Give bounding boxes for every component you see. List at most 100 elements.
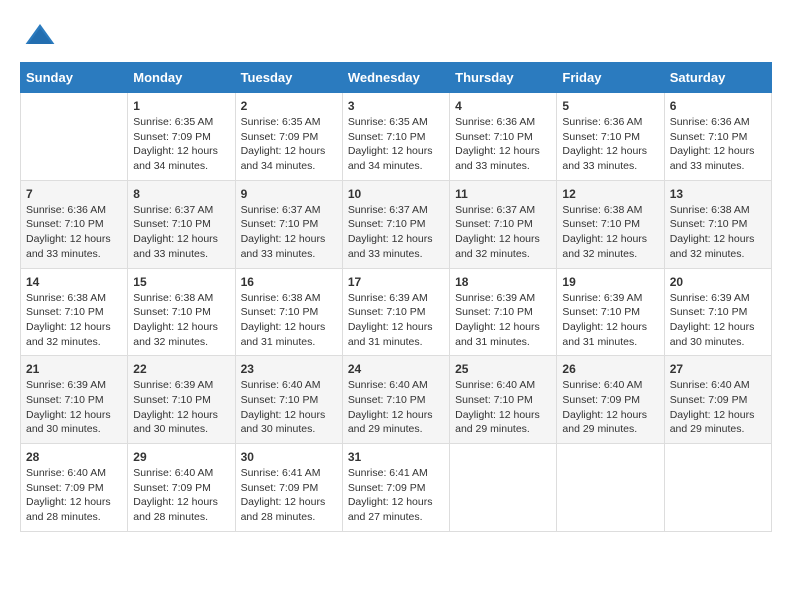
day-cell-12: 12 Sunrise: 6:38 AMSunset: 7:10 PMDayligh… <box>557 180 664 268</box>
day-info: Sunrise: 6:36 AMSunset: 7:10 PMDaylight:… <box>26 203 122 262</box>
day-info: Sunrise: 6:40 AMSunset: 7:10 PMDaylight:… <box>241 378 337 437</box>
day-number: 15 <box>133 275 229 289</box>
empty-cell <box>664 444 771 532</box>
day-cell-21: 21 Sunrise: 6:39 AMSunset: 7:10 PMDayligh… <box>21 356 128 444</box>
day-cell-31: 31Sunrise: 6:41 AMSunset: 7:09 PMDayligh… <box>342 444 449 532</box>
day-number: 14 <box>26 275 122 289</box>
day-number: 19 <box>562 275 658 289</box>
day-number: 6 <box>670 99 766 113</box>
day-header-thursday: Thursday <box>450 63 557 93</box>
day-cell-18: 18 Sunrise: 6:39 AMSunset: 7:10 PMDayligh… <box>450 268 557 356</box>
day-info: Sunrise: 6:39 AMSunset: 7:10 PMDaylight:… <box>348 291 444 350</box>
day-number: 21 <box>26 362 122 376</box>
day-info: Sunrise: 6:40 AMSunset: 7:10 PMDaylight:… <box>455 378 551 437</box>
day-info: Sunrise: 6:37 AMSunset: 7:10 PMDaylight:… <box>348 203 444 262</box>
day-header-monday: Monday <box>128 63 235 93</box>
day-cell-11: 11 Sunrise: 6:37 AMSunset: 7:10 PMDayligh… <box>450 180 557 268</box>
day-number: 25 <box>455 362 551 376</box>
day-number: 20 <box>670 275 766 289</box>
day-info: Sunrise: 6:41 AMSunset: 7:09 PMDaylight:… <box>241 466 337 525</box>
day-cell-17: 17 Sunrise: 6:39 AMSunset: 7:10 PMDayligh… <box>342 268 449 356</box>
day-cell-2: 2 Sunrise: 6:35 AMSunset: 7:09 PMDaylight… <box>235 93 342 181</box>
day-info: Sunrise: 6:35 AMSunset: 7:10 PMDaylight:… <box>348 115 444 174</box>
day-cell-19: 19 Sunrise: 6:39 AMSunset: 7:10 PMDayligh… <box>557 268 664 356</box>
day-info: Sunrise: 6:39 AMSunset: 7:10 PMDaylight:… <box>670 291 766 350</box>
logo-icon <box>24 20 56 52</box>
day-number: 11 <box>455 187 551 201</box>
week-row-1: 1 Sunrise: 6:35 AMSunset: 7:09 PMDaylight… <box>21 93 772 181</box>
day-info: Sunrise: 6:35 AMSunset: 7:09 PMDaylight:… <box>133 115 229 174</box>
day-number: 10 <box>348 187 444 201</box>
day-header-wednesday: Wednesday <box>342 63 449 93</box>
day-number: 13 <box>670 187 766 201</box>
day-cell-28: 28Sunrise: 6:40 AMSunset: 7:09 PMDayligh… <box>21 444 128 532</box>
day-cell-3: 3 Sunrise: 6:35 AMSunset: 7:10 PMDaylight… <box>342 93 449 181</box>
day-cell-27: 27 Sunrise: 6:40 AMSunset: 7:09 PMDayligh… <box>664 356 771 444</box>
day-header-saturday: Saturday <box>664 63 771 93</box>
day-cell-5: 5 Sunrise: 6:36 AMSunset: 7:10 PMDaylight… <box>557 93 664 181</box>
logo <box>20 20 56 52</box>
day-number: 1 <box>133 99 229 113</box>
empty-cell <box>557 444 664 532</box>
day-number: 26 <box>562 362 658 376</box>
day-number: 24 <box>348 362 444 376</box>
day-number: 9 <box>241 187 337 201</box>
day-info: Sunrise: 6:38 AMSunset: 7:10 PMDaylight:… <box>241 291 337 350</box>
calendar-table: SundayMondayTuesdayWednesdayThursdayFrid… <box>20 62 772 532</box>
day-cell-15: 15Sunrise: 6:38 AMSunset: 7:10 PMDayligh… <box>128 268 235 356</box>
day-number: 2 <box>241 99 337 113</box>
day-info: Sunrise: 6:36 AMSunset: 7:10 PMDaylight:… <box>670 115 766 174</box>
day-info: Sunrise: 6:36 AMSunset: 7:10 PMDaylight:… <box>562 115 658 174</box>
day-number: 7 <box>26 187 122 201</box>
day-info: Sunrise: 6:38 AMSunset: 7:10 PMDaylight:… <box>562 203 658 262</box>
day-cell-25: 25 Sunrise: 6:40 AMSunset: 7:10 PMDayligh… <box>450 356 557 444</box>
day-info: Sunrise: 6:40 AMSunset: 7:09 PMDaylight:… <box>562 378 658 437</box>
day-info: Sunrise: 6:37 AMSunset: 7:10 PMDaylight:… <box>133 203 229 262</box>
day-cell-22: 22Sunrise: 6:39 AMSunset: 7:10 PMDayligh… <box>128 356 235 444</box>
day-number: 3 <box>348 99 444 113</box>
day-info: Sunrise: 6:35 AMSunset: 7:09 PMDaylight:… <box>241 115 337 174</box>
day-info: Sunrise: 6:40 AMSunset: 7:09 PMDaylight:… <box>133 466 229 525</box>
day-number: 12 <box>562 187 658 201</box>
empty-cell <box>450 444 557 532</box>
day-cell-20: 20 Sunrise: 6:39 AMSunset: 7:10 PMDayligh… <box>664 268 771 356</box>
day-cell-23: 23Sunrise: 6:40 AMSunset: 7:10 PMDayligh… <box>235 356 342 444</box>
day-info: Sunrise: 6:36 AMSunset: 7:10 PMDaylight:… <box>455 115 551 174</box>
week-row-4: 21 Sunrise: 6:39 AMSunset: 7:10 PMDayligh… <box>21 356 772 444</box>
day-cell-13: 13 Sunrise: 6:38 AMSunset: 7:10 PMDayligh… <box>664 180 771 268</box>
day-info: Sunrise: 6:38 AMSunset: 7:10 PMDaylight:… <box>26 291 122 350</box>
day-cell-4: 4 Sunrise: 6:36 AMSunset: 7:10 PMDaylight… <box>450 93 557 181</box>
day-info: Sunrise: 6:40 AMSunset: 7:09 PMDaylight:… <box>670 378 766 437</box>
day-info: Sunrise: 6:39 AMSunset: 7:10 PMDaylight:… <box>26 378 122 437</box>
day-cell-6: 6 Sunrise: 6:36 AMSunset: 7:10 PMDaylight… <box>664 93 771 181</box>
day-info: Sunrise: 6:39 AMSunset: 7:10 PMDaylight:… <box>455 291 551 350</box>
day-info: Sunrise: 6:41 AMSunset: 7:09 PMDaylight:… <box>348 466 444 525</box>
day-number: 29 <box>133 450 229 464</box>
day-info: Sunrise: 6:39 AMSunset: 7:10 PMDaylight:… <box>133 378 229 437</box>
day-number: 17 <box>348 275 444 289</box>
day-number: 5 <box>562 99 658 113</box>
week-row-5: 28Sunrise: 6:40 AMSunset: 7:09 PMDayligh… <box>21 444 772 532</box>
day-number: 4 <box>455 99 551 113</box>
day-number: 8 <box>133 187 229 201</box>
day-number: 30 <box>241 450 337 464</box>
day-cell-30: 30 Sunrise: 6:41 AMSunset: 7:09 PMDayligh… <box>235 444 342 532</box>
day-cell-29: 29 Sunrise: 6:40 AMSunset: 7:09 PMDayligh… <box>128 444 235 532</box>
day-info: Sunrise: 6:40 AMSunset: 7:10 PMDaylight:… <box>348 378 444 437</box>
days-header-row: SundayMondayTuesdayWednesdayThursdayFrid… <box>21 63 772 93</box>
day-info: Sunrise: 6:38 AMSunset: 7:10 PMDaylight:… <box>670 203 766 262</box>
day-info: Sunrise: 6:37 AMSunset: 7:10 PMDaylight:… <box>455 203 551 262</box>
page-header <box>20 20 772 52</box>
day-cell-16: 16Sunrise: 6:38 AMSunset: 7:10 PMDayligh… <box>235 268 342 356</box>
day-cell-10: 10 Sunrise: 6:37 AMSunset: 7:10 PMDayligh… <box>342 180 449 268</box>
day-number: 18 <box>455 275 551 289</box>
week-row-3: 14 Sunrise: 6:38 AMSunset: 7:10 PMDayligh… <box>21 268 772 356</box>
day-header-tuesday: Tuesday <box>235 63 342 93</box>
day-header-sunday: Sunday <box>21 63 128 93</box>
day-number: 27 <box>670 362 766 376</box>
day-cell-9: 9Sunrise: 6:37 AMSunset: 7:10 PMDaylight… <box>235 180 342 268</box>
day-info: Sunrise: 6:39 AMSunset: 7:10 PMDaylight:… <box>562 291 658 350</box>
empty-cell <box>21 93 128 181</box>
day-cell-14: 14 Sunrise: 6:38 AMSunset: 7:10 PMDayligh… <box>21 268 128 356</box>
week-row-2: 7 Sunrise: 6:36 AMSunset: 7:10 PMDaylight… <box>21 180 772 268</box>
